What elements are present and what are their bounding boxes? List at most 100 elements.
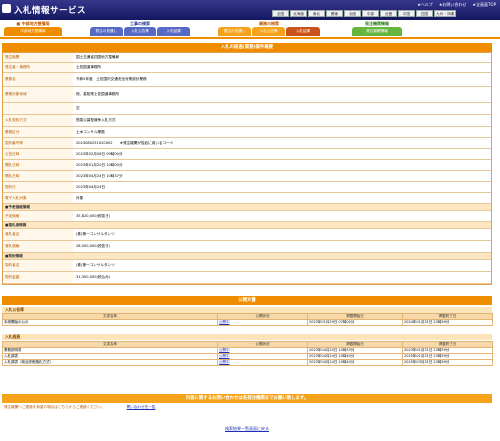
row-label: 開札日時 xyxy=(3,160,73,170)
region-tab[interactable]: 中国 xyxy=(398,10,415,17)
detail-heading: 入札の経過(業務)案件概要 xyxy=(2,43,492,52)
result-subheading: 入札経過 xyxy=(2,334,492,340)
row-value: 土木コンサル業務 xyxy=(76,129,105,134)
row-value: 土佐国道事務所 xyxy=(76,65,102,69)
region-tab[interactable]: 関東 xyxy=(326,10,343,17)
row-label: 公告日時 xyxy=(3,149,73,159)
detail-row: 入札契約方式 簡易公募型競争入札方式 xyxy=(3,115,491,127)
contact-heading: 内容に関するお問い合わせは各発注機関までお願い致します。 xyxy=(2,394,492,403)
tab-service-notice[interactable]: 入札公告等 xyxy=(252,27,285,36)
nav-left-heading: ■ 中部地方整備局 xyxy=(16,21,50,26)
tab-regional-office[interactable]: 中部地方整備局 xyxy=(4,27,62,36)
nav-group-service: 業務の検索 発注の見通し 入札公告等 入札結果 xyxy=(218,20,320,38)
site-logo xyxy=(2,4,11,13)
row-label: 業務対象地域 xyxy=(3,87,73,102)
help-link[interactable]: ★ヘルプ xyxy=(417,2,433,8)
row-label: 落札価格 xyxy=(3,241,73,252)
detail-row: 業務区分 土木コンサル業務 xyxy=(3,127,491,138)
page: 入札情報サービス ★ヘルプ ★お問い合わせ ★全画面TOP 全国 北海道 東北 … xyxy=(0,0,500,441)
detail-row: 業務名 令和5年度 土佐国内交通安全対策設計業務 xyxy=(3,73,491,87)
region-tab[interactable]: 北陸 xyxy=(344,10,361,17)
subheading-text: ■予定価格情報 xyxy=(3,204,491,210)
detail-sheet: 発注機関 国土交通省四国地方整備局 発注者・事務所 土佐国道事務所 業務名 令和5年度… xyxy=(2,52,492,285)
service-heading: 業務の検索 xyxy=(259,21,279,26)
region-tab[interactable]: 九州・沖縄 xyxy=(434,10,456,17)
end-date: 2024年01月31日 23時59分 xyxy=(402,319,493,326)
nav-divider xyxy=(0,37,500,39)
nav-group-construction: 工事の検索 発注の見通し 入札公告等 入札結果 xyxy=(90,20,191,38)
contract-subheading: ■契約情報 xyxy=(3,253,491,260)
table-row: 手続開始の公示 公開中 2023年01月29日 07時00分 2024年01月31日 … xyxy=(2,319,493,326)
row-value: 2023080251020002 ★発注機関が独自に用いるコード xyxy=(76,140,174,145)
nav-band: ■ 中部地方整備局 中部地方整備局 工事の検索 発注の見通し 入札公告等 入札結… xyxy=(0,20,500,38)
site-title: 入札情報サービス xyxy=(14,6,87,16)
detail-row: 契約日 2023年04月24日 xyxy=(3,182,491,193)
row-label: 入札契約方式 xyxy=(3,115,73,126)
contact-list-link[interactable]: 問い合わせ先一覧 xyxy=(127,405,156,410)
estimate-subheading: ■予定価格情報 xyxy=(3,204,491,211)
row-value: 2023年04月24日 xyxy=(76,184,106,189)
detail-row: 業務対象地域 他、高知県土佐国道事務所 xyxy=(3,87,491,103)
region-tab[interactable]: 近畿 xyxy=(380,10,397,17)
tab-construction-results[interactable]: 入札結果 xyxy=(157,27,191,36)
notice-table: 文書名称 公開状況 掲載開始日 掲載終了日 手続開始の公示 公開中 2023年01月29日… xyxy=(2,313,493,326)
tab-construction-outlook[interactable]: 発注の見通し xyxy=(90,27,123,36)
tab-service-outlook[interactable]: 発注の見通し xyxy=(218,27,251,36)
row-value: 28,500,000(税抜き) xyxy=(76,244,111,248)
region-tab[interactable]: 中部 xyxy=(362,10,379,17)
row-label: 落札者名 xyxy=(3,229,73,240)
result-table: 文書名称 公開状況 掲載開始日 掲載終了日 業務説明書 公開中 2023年04月20日 1… xyxy=(2,341,493,366)
winner-subheading: ■落札者情報 xyxy=(3,222,491,229)
row-value: 令和5年度 土佐国内交通安全対策設計業務 xyxy=(76,77,147,81)
nav-group-left: ■ 中部地方整備局 中部地方整備局 xyxy=(4,20,62,38)
region-tabs: 全国 北海道 東北 関東 北陸 中部 近畿 中国 四国 九州・沖縄 xyxy=(272,10,456,17)
row-value: (株)第一コンサルタンツ xyxy=(76,263,115,267)
nav-group-order: 発注機関情報 発注機関情報 xyxy=(352,20,402,38)
row-value: (株)第一コンサルタンツ xyxy=(76,232,115,236)
contact-link[interactable]: ★お問い合わせ xyxy=(439,2,467,8)
row-label: 契約金額 xyxy=(3,272,73,283)
detail-row: 予定価格 35,820,000(税抜き) xyxy=(3,211,491,222)
row-value: 31,350,000(税込み) xyxy=(76,275,111,279)
row-label: 業務名 xyxy=(3,73,73,86)
row-label: 発注者・事務所 xyxy=(3,63,73,72)
start-date: 2023年01月29日 07時00分 xyxy=(307,319,403,326)
detail-row: 発注者・事務所 土佐国道事務所 xyxy=(3,63,491,73)
top-link[interactable]: ★全画面TOP xyxy=(472,2,496,8)
row-value: 空 xyxy=(76,106,80,110)
detail-row: 落札価格 28,500,000(税抜き) xyxy=(3,241,491,253)
tab-order-info[interactable]: 発注機関情報 xyxy=(352,27,402,36)
row-label: 開札日時 xyxy=(3,171,73,181)
order-heading: 発注機関情報 xyxy=(365,21,389,26)
row-label: 予定価格 xyxy=(3,211,73,221)
construction-heading: 工事の検索 xyxy=(130,21,150,26)
row-label: 発注機関 xyxy=(3,53,73,62)
status-link[interactable]: 公開中 xyxy=(217,359,308,366)
start-date: 2023年04月24日 10時40分 xyxy=(307,359,403,366)
row-value: 対象 xyxy=(76,195,84,200)
contact-text: 発注機関へご連絡を希望の場合はこちらからご連絡ください。 xyxy=(4,405,105,409)
row-label: 電子入札対象 xyxy=(3,193,73,203)
row-value: 簡易公募型競争入札方式 xyxy=(76,118,116,122)
detail-row: 電子入札対象 対象 xyxy=(3,193,491,204)
detail-row: 空 xyxy=(3,103,491,115)
region-tab[interactable]: 全国 xyxy=(272,10,289,17)
detail-row: 開札日時 2023年04月24日 10時37分 xyxy=(3,171,491,182)
header-links: ★ヘルプ ★お問い合わせ ★全画面TOP xyxy=(417,2,496,8)
row-label: 業務区分 xyxy=(3,127,73,137)
detail-row: 開札日時 2023年01月20日 10時00分 xyxy=(3,160,491,171)
back-to-results-link[interactable]: 検索結果一覧画面に戻る xyxy=(225,426,269,431)
row-label: 契約番号等 xyxy=(3,138,73,148)
row-value: 2023年04月24日 10時37分 xyxy=(76,173,123,178)
table-row: 入札調書（総合評価落札方式） 公開中 2023年04月24日 10時40分 2025年… xyxy=(2,359,493,366)
status-link[interactable]: 公開中 xyxy=(217,319,308,326)
region-tab[interactable]: 東北 xyxy=(308,10,325,17)
tab-service-results[interactable]: 入札結果 xyxy=(286,27,320,36)
region-tab[interactable]: 四国 xyxy=(416,10,433,17)
region-tab[interactable]: 北海道 xyxy=(290,10,307,17)
doc-name: 手続開始の公示 xyxy=(2,319,218,326)
tab-construction-notice[interactable]: 入札公告等 xyxy=(123,27,157,36)
subheading-text: ■落札者情報 xyxy=(3,222,491,228)
row-value: 2023年02月08日 09時00分 xyxy=(76,151,123,156)
detail-row: 発注機関 国土交通省四国地方整備局 xyxy=(3,53,491,63)
